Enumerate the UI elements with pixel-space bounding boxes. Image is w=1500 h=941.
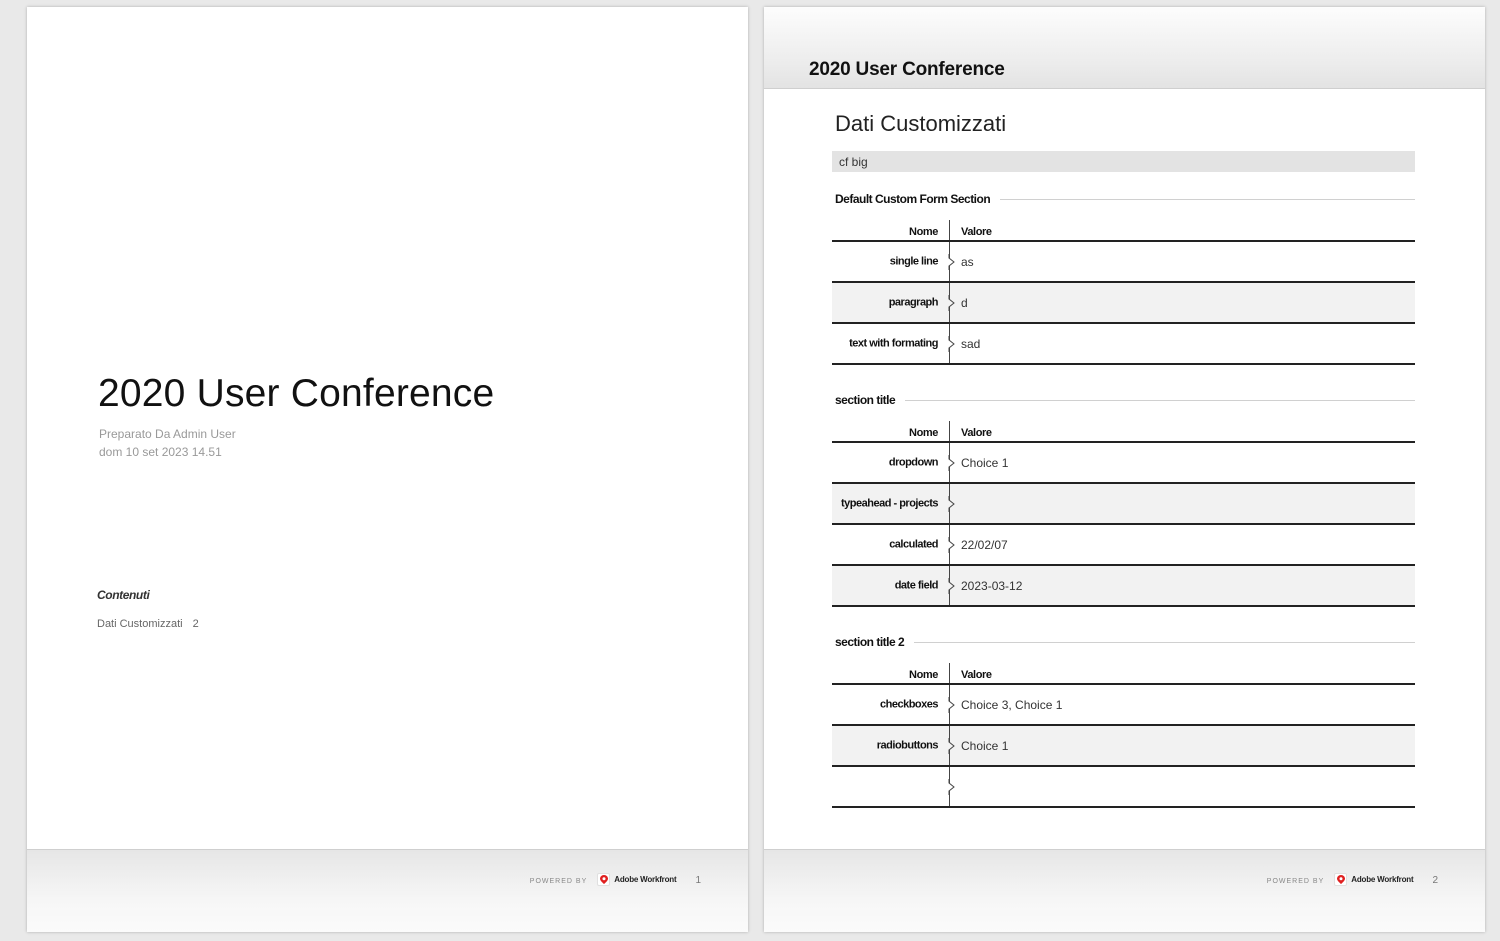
chevron-right-icon — [948, 335, 955, 352]
toc-item-label: Dati Customizzati — [97, 618, 183, 630]
column-header-name: Nome — [909, 226, 938, 238]
field-value: as — [961, 254, 974, 269]
table-row — [832, 767, 1415, 808]
field-table: Nome Valore checkboxes Choice 3, Choice … — [832, 663, 1415, 808]
column-divider — [949, 663, 950, 683]
field-name: checkboxes — [880, 698, 938, 710]
field-value: Choice 1 — [961, 455, 1009, 470]
form-name-band: cf big — [832, 151, 1415, 172]
field-name: typeahead - projects — [841, 497, 938, 509]
toc-item[interactable]: Dati Customizzati 2 — [97, 618, 199, 630]
page-header: 2020 User Conference — [764, 7, 1485, 89]
workfront-logo-icon — [1334, 873, 1348, 886]
field-name: date field — [894, 579, 939, 591]
section-title: Dati Customizzati — [835, 111, 1007, 136]
section-rule — [905, 399, 1415, 401]
custom-form-section: section title 2 Nome Valore checkboxes C… — [832, 634, 1415, 808]
page-footer: POWERED BY Adobe Workfront 1 — [27, 849, 748, 932]
field-table: Nome Valore dropdown Choice 1 typeahead … — [832, 421, 1415, 607]
chevron-right-icon — [948, 778, 955, 795]
table-row: checkboxes Choice 3, Choice 1 — [832, 685, 1415, 726]
custom-form-section-title: section title — [832, 392, 1415, 408]
field-name: single line — [889, 255, 939, 267]
table-row: radiobuttons Choice 1 — [832, 726, 1415, 767]
column-divider — [949, 220, 950, 240]
table-row: paragraph d — [832, 283, 1415, 324]
column-header-value: Valore — [961, 669, 992, 681]
column-divider — [949, 421, 950, 441]
column-header-value: Valore — [961, 427, 992, 439]
field-name: text with formating — [849, 337, 938, 349]
section-heading-text: Default Custom Form Section — [835, 192, 991, 206]
field-value: 2023-03-12 — [961, 578, 1023, 593]
page-number: 2 — [1432, 874, 1438, 886]
page-number: 1 — [695, 874, 701, 886]
custom-data-page: 2020 User Conference Dati Customizzati c… — [764, 7, 1485, 932]
field-value: d — [961, 295, 968, 310]
field-value: Choice 3, Choice 1 — [961, 697, 1063, 712]
form-name: cf big — [839, 155, 868, 169]
toc-heading: Contenuti — [97, 588, 150, 602]
table-header: Nome Valore — [832, 220, 1415, 242]
custom-form-section-title: section title 2 — [832, 634, 1415, 650]
column-header-value: Valore — [961, 226, 992, 238]
chevron-right-icon — [948, 536, 955, 553]
powered-by: POWERED BY Adobe Workfront 2 — [1267, 873, 1438, 886]
field-value: Choice 1 — [961, 738, 1009, 753]
table-row: text with formating sad — [832, 324, 1415, 365]
custom-form-section-title: Default Custom Form Section — [832, 191, 1415, 207]
cover-title: 2020 User Conference — [98, 372, 495, 415]
field-value: 22/02/07 — [961, 537, 1008, 552]
column-header-name: Nome — [909, 669, 938, 681]
prepared-by: Preparato Da Admin User — [99, 427, 236, 441]
field-value: sad — [961, 336, 981, 351]
custom-form-section: Default Custom Form Section Nome Valore … — [832, 191, 1415, 365]
table-row: dropdown Choice 1 — [832, 443, 1415, 484]
chevron-right-icon — [948, 253, 955, 270]
table-row: typeahead - projects — [832, 484, 1415, 525]
brand-name: Adobe Workfront — [614, 875, 677, 884]
section-rule — [914, 641, 1415, 643]
powered-by-label: POWERED BY — [529, 877, 588, 885]
report-date: dom 10 set 2023 14.51 — [99, 445, 222, 459]
brand-name: Adobe Workfront — [1351, 875, 1414, 884]
header-title: 2020 User Conference — [809, 59, 1005, 80]
chevron-right-icon — [948, 737, 955, 754]
cover-page: 2020 User Conference Preparato Da Admin … — [27, 7, 748, 932]
table-row: single line as — [832, 242, 1415, 283]
table-row: date field 2023-03-12 — [832, 566, 1415, 607]
section-rule — [1000, 198, 1415, 200]
table-header: Nome Valore — [832, 663, 1415, 685]
field-name: radiobuttons — [876, 739, 939, 751]
chevron-right-icon — [948, 294, 955, 311]
workfront-logo-icon — [597, 873, 611, 886]
section-heading-text: section title 2 — [835, 635, 905, 649]
chevron-right-icon — [948, 454, 955, 471]
powered-by: POWERED BY Adobe Workfront 1 — [530, 873, 701, 886]
section-heading-text: section title — [835, 393, 896, 407]
custom-form-section: section title Nome Valore dropdown Choic… — [832, 392, 1415, 607]
chevron-right-icon — [948, 495, 955, 512]
page-footer: POWERED BY Adobe Workfront 2 — [764, 849, 1485, 932]
field-name: calculated — [889, 538, 938, 550]
field-name: paragraph — [888, 296, 939, 308]
table-header: Nome Valore — [832, 421, 1415, 443]
powered-by-label: POWERED BY — [1266, 877, 1325, 885]
table-row: calculated 22/02/07 — [832, 525, 1415, 566]
chevron-right-icon — [948, 696, 955, 713]
chevron-right-icon — [948, 577, 955, 594]
column-header-name: Nome — [909, 427, 938, 439]
field-table: Nome Valore single line as paragraph d t… — [832, 220, 1415, 365]
toc-item-page: 2 — [192, 618, 199, 630]
field-name: dropdown — [888, 456, 939, 468]
